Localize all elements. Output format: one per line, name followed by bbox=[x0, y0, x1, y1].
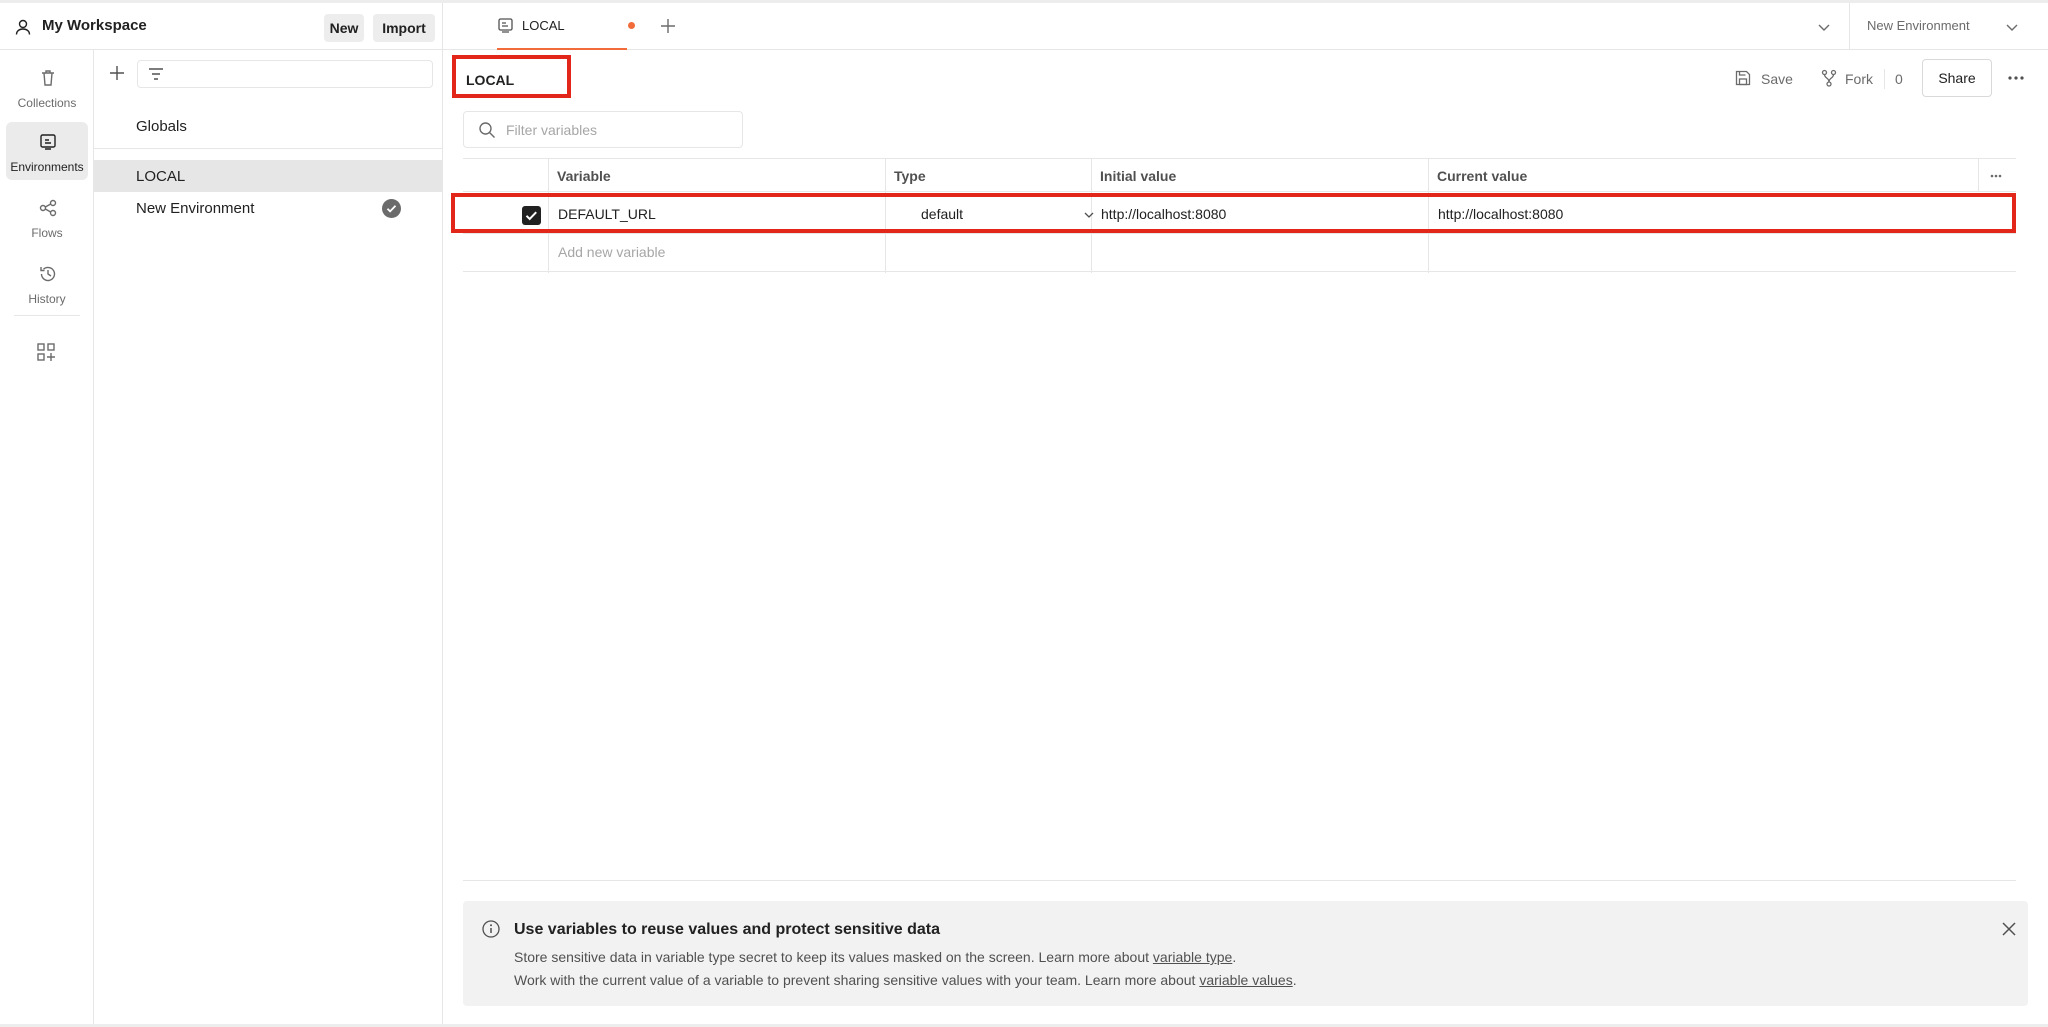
info-banner: Use variables to reuse values and protec… bbox=[463, 901, 2028, 1006]
variable-values-link[interactable]: variable values bbox=[1199, 972, 1292, 988]
environment-name-field[interactable]: LOCAL bbox=[452, 55, 571, 98]
info-text: . bbox=[1292, 972, 1297, 988]
history-icon bbox=[40, 266, 56, 282]
close-icon[interactable] bbox=[2001, 921, 2017, 937]
filter-variables-input[interactable]: Filter variables bbox=[463, 111, 743, 148]
rail-label-history: History bbox=[28, 292, 66, 306]
info-title: Use variables to reuse values and protec… bbox=[514, 921, 940, 938]
sidebar-item-label: Globals bbox=[136, 118, 187, 135]
rail-item-flows[interactable]: Flows bbox=[6, 188, 88, 246]
filter-placeholder: Filter variables bbox=[506, 122, 598, 138]
app-window: My Workspace New Import Collections Envi… bbox=[0, 0, 2048, 1027]
search-icon bbox=[479, 122, 495, 138]
main-panel: LOCAL Save Fork 0 Share Filter variables bbox=[443, 50, 2048, 1024]
rail-label-collections: Collections bbox=[17, 96, 77, 110]
environment-icon bbox=[40, 134, 56, 150]
save-icon[interactable] bbox=[1734, 69, 1752, 87]
fork-icon[interactable] bbox=[1820, 69, 1838, 87]
flows-icon bbox=[39, 199, 57, 217]
variable-type-link[interactable]: variable type bbox=[1153, 949, 1232, 965]
add-apps-icon[interactable] bbox=[36, 342, 56, 362]
info-line-2: Work with the current value of a variabl… bbox=[514, 972, 1297, 988]
environment-sidebar: Globals LOCAL New Environment bbox=[94, 50, 443, 1024]
rail-divider bbox=[14, 315, 80, 316]
column-header-initial-value: Initial value bbox=[1100, 168, 1177, 184]
fork-count: 0 bbox=[1895, 71, 1903, 87]
sidebar-item-label: LOCAL bbox=[136, 168, 186, 185]
save-button[interactable]: Save bbox=[1761, 71, 1793, 87]
environment-name: LOCAL bbox=[466, 72, 515, 88]
add-variable-placeholder[interactable]: Add new variable bbox=[558, 244, 665, 260]
sidebar-divider bbox=[94, 148, 443, 149]
sidebar-item-label: New Environment bbox=[136, 200, 255, 217]
environment-tab-icon bbox=[498, 18, 513, 33]
import-button[interactable]: Import bbox=[373, 14, 435, 42]
workspace-header: My Workspace New Import bbox=[0, 3, 443, 50]
content-divider bbox=[463, 880, 2016, 881]
info-text: Work with the current value of a variabl… bbox=[514, 972, 1200, 988]
sidebar-item-new-environment[interactable]: New Environment bbox=[94, 192, 443, 224]
sidebar-search-input[interactable] bbox=[137, 60, 433, 88]
column-options-icon[interactable] bbox=[1989, 171, 2003, 181]
rail-label-environments: Environments bbox=[10, 160, 84, 174]
workspace-title[interactable]: My Workspace bbox=[42, 17, 147, 34]
column-header-type: Type bbox=[894, 168, 926, 184]
row-highlight-box bbox=[451, 193, 2016, 233]
environment-selector-value: New Environment bbox=[1867, 18, 1970, 33]
share-button[interactable]: Share bbox=[1922, 59, 1992, 97]
column-header-variable: Variable bbox=[557, 168, 611, 184]
tab-local[interactable]: LOCAL bbox=[497, 3, 627, 50]
column-header-current-value: Current value bbox=[1437, 168, 1528, 184]
fork-button[interactable]: Fork bbox=[1845, 71, 1873, 87]
sidebar-item-local[interactable]: LOCAL bbox=[94, 160, 443, 192]
trash-collection-icon bbox=[42, 70, 54, 86]
add-variable-row[interactable]: Add new variable bbox=[463, 234, 2016, 272]
info-line-1: Store sensitive data in variable type se… bbox=[514, 949, 1236, 965]
active-environment-check-icon[interactable] bbox=[382, 199, 401, 218]
plus-icon[interactable] bbox=[108, 64, 126, 82]
sidebar-item-globals[interactable]: Globals bbox=[94, 108, 443, 144]
left-rail: Collections Environments Flows History bbox=[0, 50, 94, 1024]
more-options-icon[interactable] bbox=[2006, 71, 2026, 85]
chevron-down-icon[interactable] bbox=[1817, 20, 1831, 34]
column-divider bbox=[1978, 158, 1979, 192]
fork-divider bbox=[1884, 69, 1885, 89]
rail-item-collections[interactable]: Collections bbox=[6, 58, 88, 116]
rail-label-flows: Flows bbox=[31, 226, 63, 240]
user-icon bbox=[15, 19, 31, 35]
rail-item-history[interactable]: History bbox=[6, 254, 88, 312]
environment-selector[interactable]: New Environment bbox=[1849, 3, 2048, 50]
info-text: . bbox=[1232, 949, 1237, 965]
new-button[interactable]: New bbox=[324, 14, 364, 42]
rail-item-environments[interactable]: Environments bbox=[6, 122, 88, 180]
filter-icon[interactable] bbox=[148, 66, 164, 82]
unsaved-dot-icon bbox=[628, 22, 635, 29]
tab-bar: LOCAL New Environment bbox=[443, 3, 2048, 50]
new-tab-icon[interactable] bbox=[659, 17, 677, 35]
table-header: Variable Type Initial value Current valu… bbox=[463, 158, 2016, 192]
info-text: Store sensitive data in variable type se… bbox=[514, 949, 1153, 965]
chevron-down-icon bbox=[2006, 24, 2018, 31]
tab-label: LOCAL bbox=[522, 18, 565, 33]
info-icon bbox=[482, 920, 500, 938]
